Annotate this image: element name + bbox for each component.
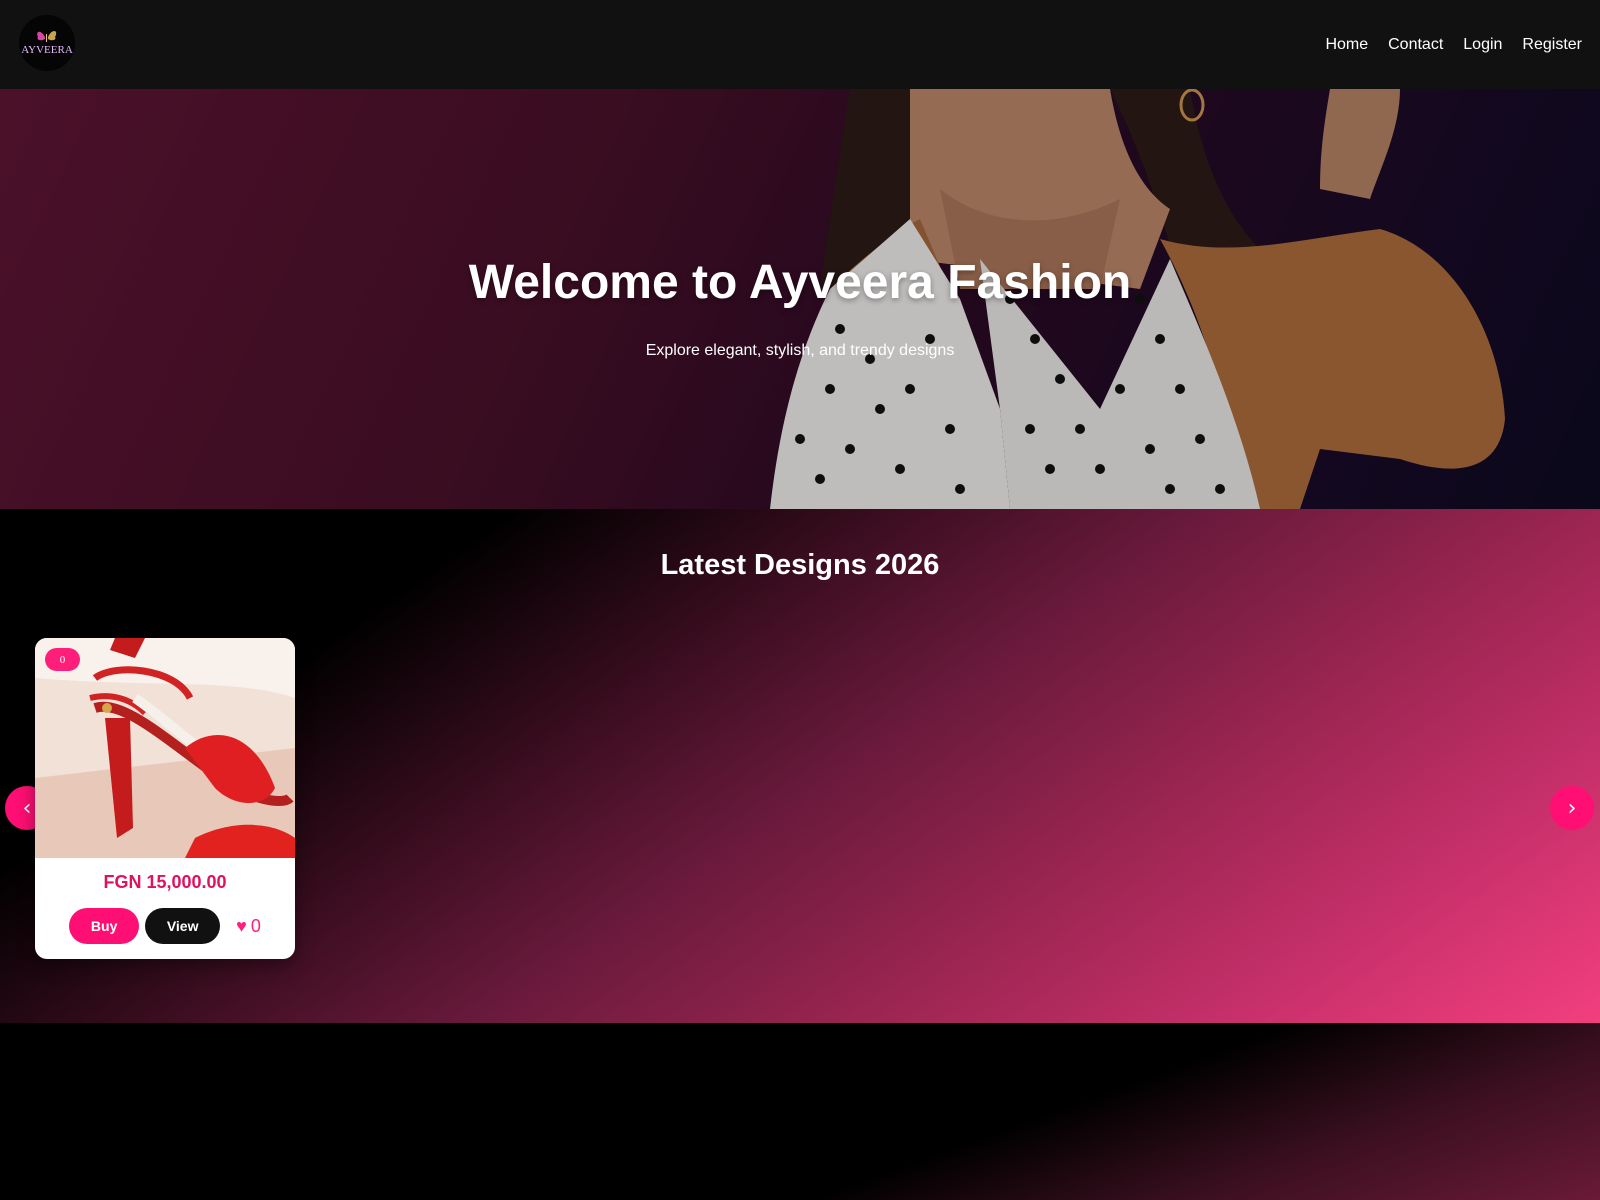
product-actions: Buy View ♥ 0 bbox=[35, 908, 295, 944]
buy-button[interactable]: Buy bbox=[69, 908, 140, 944]
product-image bbox=[35, 638, 295, 858]
like-button[interactable]: ♥ 0 bbox=[236, 916, 261, 937]
section-title: Latest Designs 2026 bbox=[660, 549, 940, 581]
brand-logo[interactable]: AYVEERA bbox=[19, 15, 75, 71]
view-button[interactable]: View bbox=[145, 908, 221, 944]
product-card[interactable]: 0 FGN 15,000.00 Buy View ♥ 0 bbox=[35, 638, 295, 959]
nav-links: Home Contact Login Register bbox=[1325, 0, 1582, 89]
butterfly-logo-icon: AYVEERA bbox=[19, 15, 75, 71]
navbar: AYVEERA Home Contact Login Register bbox=[0, 0, 1600, 89]
nav-register-link[interactable]: Register bbox=[1522, 36, 1582, 54]
nav-login-link[interactable]: Login bbox=[1463, 36, 1502, 54]
nav-contact-link[interactable]: Contact bbox=[1388, 36, 1443, 54]
product-badge: 0 bbox=[45, 648, 80, 671]
page-background bbox=[0, 1023, 1600, 1200]
hero-subtitle: Explore elegant, stylish, and trendy des… bbox=[645, 342, 955, 359]
nav-home-link[interactable]: Home bbox=[1325, 36, 1368, 54]
logo-text: AYVEERA bbox=[21, 44, 73, 56]
latest-designs-section: Latest Designs 2026 ‹ 0 FGN 15,000.00 Bu… bbox=[0, 509, 1600, 1023]
heart-icon: ♥ bbox=[236, 915, 247, 936]
like-count: 0 bbox=[250, 915, 261, 936]
hero-title: Welcome to Ayveera Fashion bbox=[468, 256, 1132, 309]
product-price: FGN 15,000.00 bbox=[103, 872, 227, 892]
carousel-next-button[interactable]: › bbox=[1550, 786, 1594, 830]
hero-section: Welcome to Ayveera Fashion Explore elega… bbox=[0, 89, 1600, 509]
